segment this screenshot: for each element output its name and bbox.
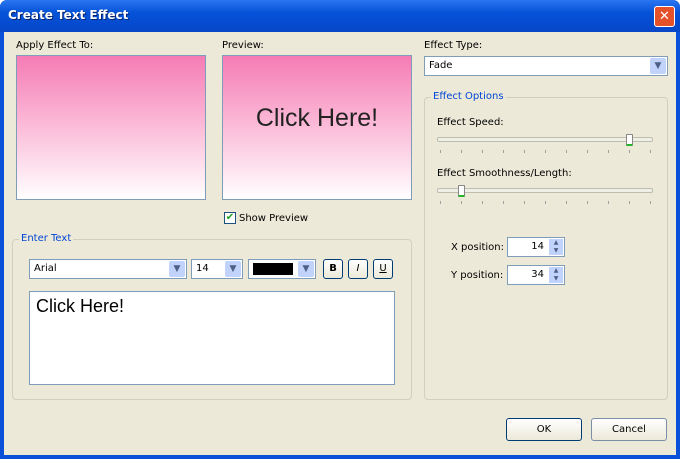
effect-type-select[interactable]: Fade ▼ bbox=[424, 56, 668, 76]
slider-track[interactable] bbox=[437, 137, 653, 142]
spin-arrows-icon[interactable]: ▲ ▼ bbox=[549, 267, 563, 283]
slider-thumb[interactable] bbox=[458, 185, 465, 197]
cancel-button[interactable]: Cancel bbox=[591, 418, 667, 441]
slider-tick bbox=[482, 201, 483, 204]
slider-tick bbox=[566, 150, 567, 153]
preview-area: Click Here! bbox=[222, 55, 412, 200]
apply-effect-area[interactable] bbox=[16, 55, 206, 200]
show-preview-label: Show Preview bbox=[239, 212, 309, 224]
effect-speed-slider[interactable] bbox=[437, 134, 653, 154]
close-icon: ✕ bbox=[659, 9, 670, 24]
show-preview-checkbox[interactable]: ✔ Show Preview bbox=[224, 212, 308, 224]
slider-tick bbox=[545, 201, 546, 204]
slider-tick bbox=[650, 150, 651, 153]
color-select[interactable]: ▼ bbox=[248, 259, 316, 279]
slider-tick bbox=[629, 150, 630, 153]
y-position-label: Y position: bbox=[451, 270, 504, 281]
effect-smoothness-slider[interactable] bbox=[437, 185, 653, 205]
size-value: 14 bbox=[196, 263, 209, 274]
enter-text-group: Enter Text Arial ▼ 14 ▼ ▼ B I U Click He… bbox=[12, 233, 412, 400]
slider-tick bbox=[587, 150, 588, 153]
slider-track[interactable] bbox=[437, 188, 653, 193]
ok-button[interactable]: OK bbox=[506, 418, 582, 441]
slider-tick bbox=[503, 201, 504, 204]
x-position-label: X position: bbox=[451, 242, 505, 253]
apply-effect-label: Apply Effect To: bbox=[16, 40, 94, 51]
chevron-down-icon: ▼ bbox=[169, 261, 185, 277]
effect-options-title: Effect Options bbox=[431, 91, 506, 102]
slider-tick bbox=[545, 150, 546, 153]
slider-tick bbox=[650, 201, 651, 204]
slider-tick bbox=[608, 201, 609, 204]
effect-speed-label: Effect Speed: bbox=[437, 117, 504, 128]
dialog-body: Apply Effect To: Preview: Click Here! ✔ … bbox=[4, 32, 676, 455]
slider-thumb[interactable] bbox=[626, 134, 633, 146]
font-value: Arial bbox=[34, 263, 57, 274]
y-position-spinner[interactable]: 34 ▲ ▼ bbox=[507, 265, 565, 285]
slider-tick bbox=[503, 150, 504, 153]
chevron-down-icon: ▼ bbox=[225, 261, 241, 277]
title-bar[interactable]: Create Text Effect ✕ bbox=[0, 0, 680, 32]
slider-tick bbox=[461, 150, 462, 153]
spin-arrows-icon[interactable]: ▲ ▼ bbox=[549, 239, 563, 255]
text-input[interactable]: Click Here! bbox=[29, 291, 395, 385]
close-button[interactable]: ✕ bbox=[654, 6, 675, 27]
slider-tick bbox=[440, 201, 441, 204]
bold-button[interactable]: B bbox=[323, 259, 343, 279]
preview-label: Preview: bbox=[222, 40, 264, 51]
color-swatch bbox=[253, 263, 293, 275]
x-position-value: 14 bbox=[531, 241, 544, 252]
dialog-title: Create Text Effect bbox=[8, 8, 129, 22]
dialog-window: Create Text Effect ✕ Apply Effect To: Pr… bbox=[0, 0, 680, 459]
slider-tick bbox=[524, 201, 525, 204]
slider-tick bbox=[440, 150, 441, 153]
size-select[interactable]: 14 ▼ bbox=[191, 259, 243, 279]
effect-type-label: Effect Type: bbox=[424, 40, 483, 51]
enter-text-title: Enter Text bbox=[19, 233, 74, 244]
checkmark-icon: ✔ bbox=[224, 212, 236, 224]
y-position-value: 34 bbox=[531, 269, 544, 280]
slider-tick bbox=[587, 201, 588, 204]
underline-button[interactable]: U bbox=[373, 259, 393, 279]
chevron-down-icon: ▼ bbox=[650, 58, 666, 74]
slider-tick bbox=[566, 201, 567, 204]
font-select[interactable]: Arial ▼ bbox=[29, 259, 187, 279]
slider-tick bbox=[524, 150, 525, 153]
slider-tick bbox=[608, 150, 609, 153]
slider-tick bbox=[629, 201, 630, 204]
chevron-down-icon: ▼ bbox=[298, 261, 314, 277]
x-position-spinner[interactable]: 14 ▲ ▼ bbox=[507, 237, 565, 257]
effect-type-value: Fade bbox=[429, 60, 453, 71]
slider-tick bbox=[482, 150, 483, 153]
italic-button[interactable]: I bbox=[348, 259, 368, 279]
preview-text: Click Here! bbox=[255, 104, 379, 132]
effect-options-group: Effect Options Effect Speed: Effect Smoo… bbox=[424, 91, 668, 400]
slider-tick bbox=[461, 201, 462, 204]
effect-smoothness-label: Effect Smoothness/Length: bbox=[437, 168, 572, 179]
